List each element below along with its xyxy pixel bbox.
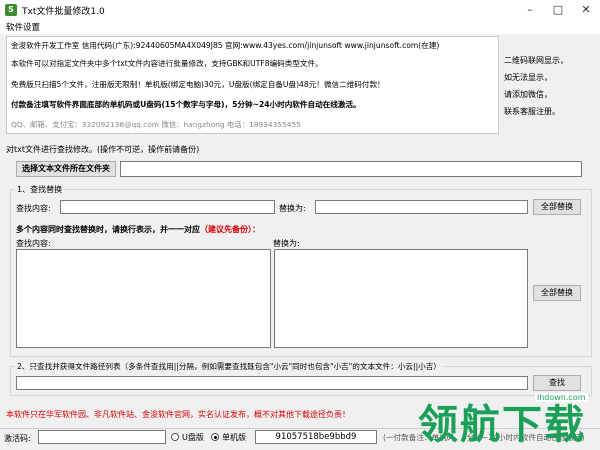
- find-replace-title: 1、查找替换: [15, 184, 65, 195]
- payment-note: 付款备注填写软件界面底部的单机码或U盘码(15个数字与字母)，5分钟~24小时内…: [11, 100, 361, 109]
- menu-settings[interactable]: 软件设置: [6, 21, 40, 33]
- minimize-button[interactable]: –: [516, 0, 544, 20]
- multi-replace-label: 替换为:: [273, 239, 300, 248]
- contact-info: QQ、邮箱、支付宝：332092136@qq.com 微信：hangzhong …: [11, 120, 301, 129]
- qr-note-1: 二维码联网显示，: [504, 56, 568, 65]
- search-button[interactable]: 查找: [533, 375, 581, 391]
- site-watermark-url: lhdown.com: [535, 393, 588, 402]
- multi-replace-textarea[interactable]: [274, 249, 528, 348]
- multi-note: 多个内容同时查找替换时，请换行表示，并一一对应（建议先备份）：: [16, 224, 260, 235]
- multi-note-hint: （建议先备份）：: [200, 225, 260, 234]
- close-button[interactable]: ✕: [572, 0, 600, 20]
- usb-version-label: U盘版: [182, 433, 204, 442]
- company-info: 金浚软件开发工作室 信用代码(广东):92440605MA4X049J85 官网…: [11, 41, 440, 50]
- maximize-button[interactable]: □: [544, 0, 572, 20]
- activation-label: 激活码:: [4, 434, 31, 443]
- replace-input[interactable]: [315, 200, 528, 214]
- search-list-title: 2、只查找并获得文件路径列表（多条件查找用||分隔，例如需要查找既包含"小云"同…: [15, 361, 443, 372]
- menu-bar: [0, 20, 600, 34]
- machine-code-field: 91057518be9bbd9: [255, 430, 377, 444]
- release-notice: 本软件只在华军软件园、非凡软件站、金浚软件官网，实名认证发布，概不对其他下载途径…: [6, 410, 350, 419]
- replace-all-button[interactable]: 全部替换: [533, 199, 581, 215]
- multi-find-textarea[interactable]: [16, 249, 271, 348]
- choose-folder-button[interactable]: 选择文本文件所在文件夹: [16, 161, 116, 177]
- multi-find-label: 查找内容:: [16, 239, 51, 248]
- standalone-version-radio[interactable]: [211, 433, 219, 441]
- operation-label: 对txt文件进行查找修改。(操作不可逆，操作前请备份): [6, 145, 200, 154]
- find-label: 查找内容:: [16, 204, 51, 213]
- app-icon: S: [5, 4, 17, 16]
- window-title: Txt文件批量修改1.0: [22, 7, 105, 17]
- qr-note-4: 联系客服注册。: [504, 107, 560, 116]
- activation-input[interactable]: [38, 430, 166, 444]
- replace-label: 替换为:: [279, 204, 306, 213]
- find-input[interactable]: [60, 200, 275, 214]
- info-panel: 金浚软件开发工作室 信用代码(广东):92440605MA4X049J85 官网…: [6, 36, 499, 134]
- qr-note-2: 如无法显示，: [504, 73, 552, 82]
- search-query-input[interactable]: [16, 376, 528, 390]
- multi-replace-all-button[interactable]: 全部替换: [533, 285, 581, 301]
- standalone-version-label: 单机版: [222, 433, 246, 442]
- qr-note-3: 请添加微信，: [504, 90, 552, 99]
- pricing-text: 免费版只扫描5个文件，注册版无限制！单机版(绑定电脑)30元，U盘版(绑定自备U…: [11, 80, 385, 89]
- description-text: 本软件可以对指定文件夹中多个txt文件内容进行批量修改，支持GBK和UTF8编码…: [11, 59, 323, 68]
- folder-path-input[interactable]: [120, 161, 582, 177]
- multi-note-text: 多个内容同时查找替换时，请换行表示，并一一对应: [16, 225, 200, 234]
- usb-version-radio[interactable]: [171, 433, 179, 441]
